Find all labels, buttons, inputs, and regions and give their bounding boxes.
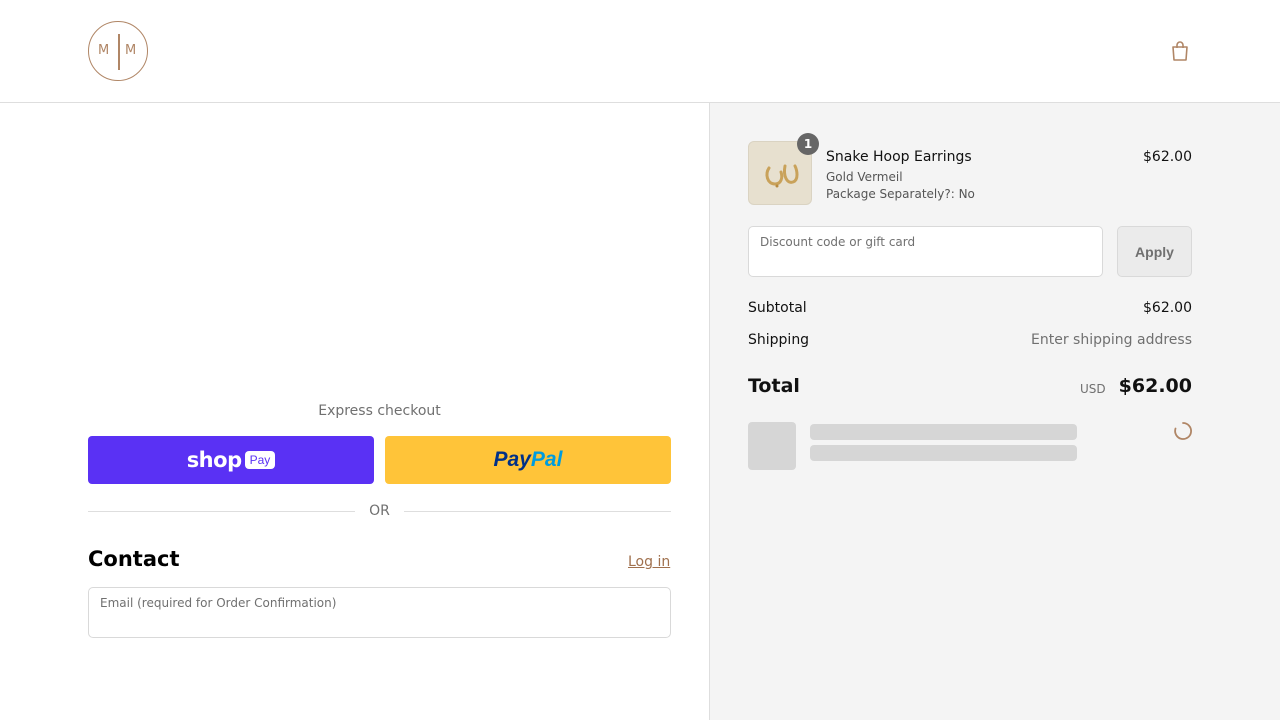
express-checkout-title: Express checkout (318, 403, 441, 419)
product-name: Snake Hoop Earrings (826, 149, 972, 165)
loading-placeholder-image (748, 422, 796, 470)
total-label: Total (748, 375, 800, 397)
subtotal-value: $62.00 (1143, 300, 1192, 316)
or-divider: OR (88, 503, 671, 519)
shop-pay-badge: Pay (244, 451, 276, 469)
shop-pay-button[interactable]: shop Pay (88, 436, 374, 484)
logo-letter-left: M (98, 43, 110, 58)
logo-letter-right: M (125, 43, 137, 58)
divider-line-right (404, 511, 671, 512)
divider-line-left (88, 511, 355, 512)
loading-spinner-icon (1174, 422, 1192, 440)
log-in-link[interactable]: Log in (628, 554, 670, 570)
shipping-label: Shipping (748, 332, 810, 348)
loading-placeholder-line (810, 445, 1077, 461)
logo-divider (118, 34, 120, 70)
shipping-value: Enter shipping address (1031, 332, 1192, 348)
shopping-bag-icon[interactable] (1170, 40, 1190, 62)
checkout-main: Express checkout shop Pay Pay Pal OR Cont… (0, 103, 709, 720)
shop-pay-wordmark: shop (186, 448, 242, 472)
quantity-badge: 1 (797, 133, 819, 155)
product-option: Package Separately?: No (826, 187, 975, 201)
paypal-wordmark-pay: Pay (493, 448, 531, 471)
brand-logo[interactable]: M M (88, 21, 148, 81)
paypal-wordmark-pal: Pal (530, 448, 563, 471)
order-summary: 1 Snake Hoop Earrings Gold Vermeil Packa… (709, 103, 1280, 720)
subtotal-label: Subtotal (748, 300, 807, 316)
total-value: $62.00 (1118, 375, 1192, 397)
site-header: M M (0, 0, 1280, 103)
paypal-button[interactable]: Pay Pal (385, 436, 671, 484)
product-variant: Gold Vermeil (826, 170, 903, 184)
product-price: $62.00 (1143, 149, 1192, 165)
discount-placeholder: Discount code or gift card (760, 235, 916, 249)
apply-discount-button[interactable]: Apply (1117, 226, 1192, 277)
email-field[interactable]: Email (required for Order Confirmation) (88, 587, 671, 638)
total-currency: USD (1080, 382, 1106, 396)
or-text: OR (369, 503, 390, 519)
discount-code-input[interactable]: Discount code or gift card (748, 226, 1103, 277)
loading-placeholder-line (810, 424, 1077, 440)
email-placeholder: Email (required for Order Confirmation) (100, 596, 337, 610)
contact-heading: Contact (88, 547, 180, 571)
